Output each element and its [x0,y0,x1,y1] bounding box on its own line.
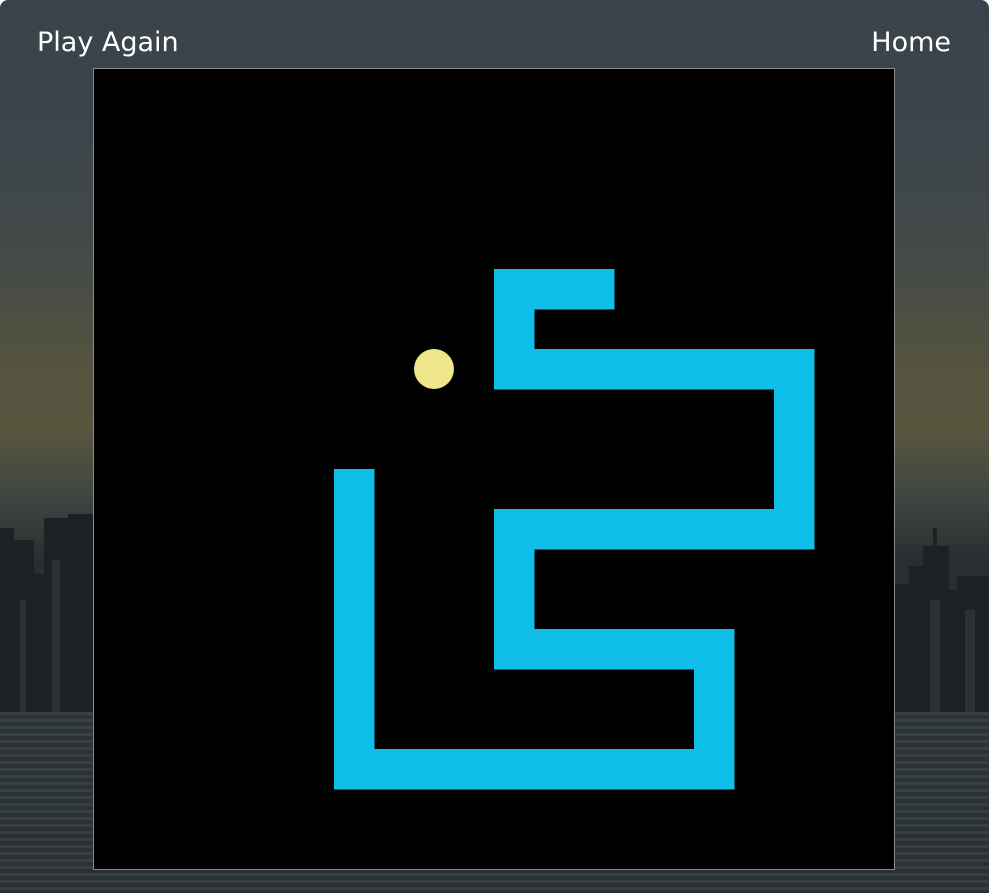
snake-segment [534,269,575,310]
snake-segment [534,749,575,790]
food-layer [414,349,454,389]
snake-segment [774,469,815,510]
snake-segment [494,269,535,310]
snake-segment [694,629,735,670]
snake-segment [574,509,615,550]
game-board-canvas [334,269,815,790]
snake-segment [574,629,615,670]
snake-segment [494,629,535,670]
snake-segment [494,309,535,350]
snake-segment [694,749,735,790]
snake-segment [574,349,615,390]
snake-segment [494,349,535,390]
snake [334,269,815,790]
snake-tail-segment [334,469,375,510]
food-pellet [414,349,454,389]
snake-segment [774,389,815,430]
snake-segment [654,749,695,790]
game-board [93,68,895,870]
snake-segment [334,509,375,550]
snake-segment [374,749,415,790]
snake-segment [734,349,775,390]
snake-segment [454,749,495,790]
home-button[interactable]: Home [871,24,951,62]
snake-segment [494,749,535,790]
snake-head-segment [574,269,615,310]
snake-segment [654,629,695,670]
snake-segment [334,589,375,630]
snake-segment [334,629,375,670]
snake-segment [494,549,535,590]
snake-segment [334,709,375,750]
play-again-button[interactable]: Play Again [37,24,179,62]
game-screen: Play Again Home [0,0,989,893]
snake-segment [694,509,735,550]
snake-segment [334,549,375,590]
snake-segment [774,509,815,550]
snake-segment [614,749,655,790]
snake-segment [494,509,535,550]
snake-segment [654,349,695,390]
snake-segment [414,749,455,790]
snake-segment [774,429,815,470]
snake-segment [694,709,735,750]
snake-segment [694,669,735,710]
snake-segment [614,509,655,550]
snake-segment [734,509,775,550]
snake-segment [614,349,655,390]
snake-segment [494,589,535,630]
snake-segment [534,349,575,390]
snake-segment [654,509,695,550]
snake-segment [534,509,575,550]
snake-segment [774,349,815,390]
snake-segment [334,669,375,710]
snake-segment [334,749,375,790]
snake-segment [614,629,655,670]
snake-segment [574,749,615,790]
snake-segment [694,349,735,390]
snake-segment [534,629,575,670]
